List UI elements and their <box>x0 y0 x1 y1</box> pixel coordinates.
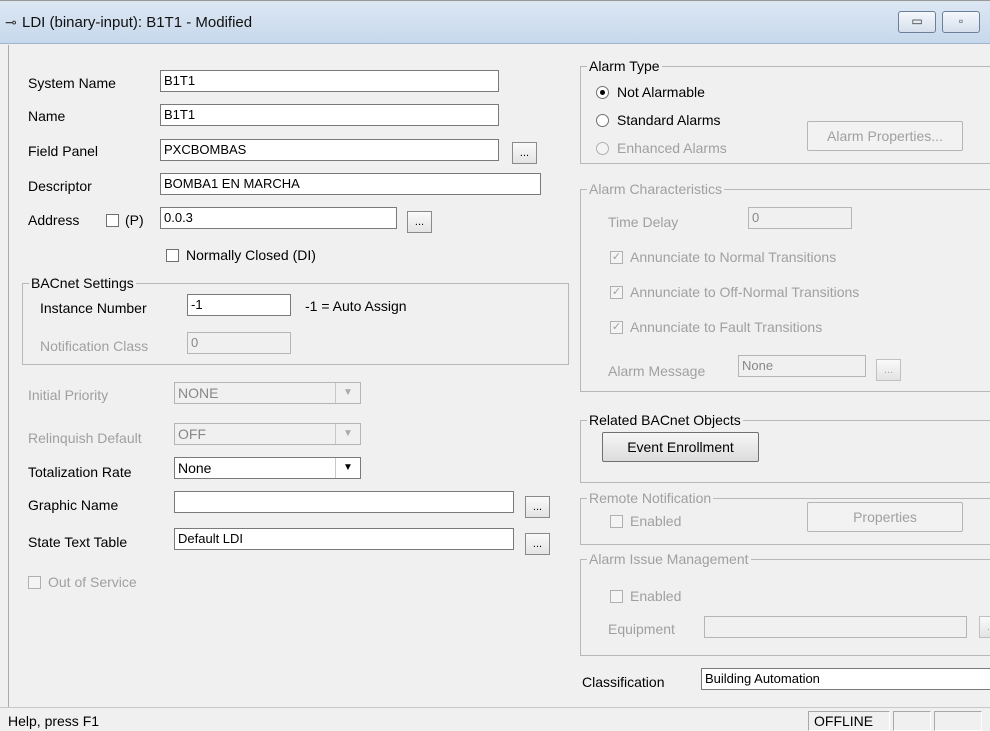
alarm-issue-enabled-checkbox[interactable] <box>610 590 623 603</box>
alarm-issue-management-group: Alarm Issue Management <box>580 551 990 656</box>
totalization-rate-value: None <box>178 460 212 476</box>
relinquish-default-select[interactable]: OFF ▼ <box>174 423 361 445</box>
field-panel-label: Field Panel <box>28 143 99 159</box>
alarm-message-field[interactable]: None <box>738 355 866 377</box>
field-panel-browse-button[interactable]: ... <box>512 142 537 164</box>
ldi-dialog-window: ⊸ LDI (binary-input): B1T1 - Modified ▭ … <box>0 0 990 731</box>
instance-number-field[interactable]: -1 <box>187 294 291 316</box>
chevron-down-icon: ▼ <box>335 458 360 478</box>
graphic-name-label: Graphic Name <box>28 497 119 513</box>
remote-notification-title: Remote Notification <box>587 490 714 506</box>
maximize-button[interactable]: ▫ <box>942 11 980 33</box>
chevron-down-icon: ▼ <box>335 424 360 444</box>
equipment-field[interactable] <box>704 616 967 638</box>
fault-transitions-label: Annunciate to Fault Transitions <box>630 319 823 335</box>
dialog-content: System Name B1T1 Name B1T1 Field Panel P… <box>8 45 990 707</box>
notification-class-label: Notification Class <box>40 338 149 354</box>
normal-transitions-checkbox[interactable]: ✓ <box>610 251 623 264</box>
initial-priority-value: NONE <box>178 385 219 401</box>
relinquish-default-label: Relinquish Default <box>28 430 142 446</box>
off-normal-transitions-checkbox[interactable]: ✓ <box>610 286 623 299</box>
initial-priority-label: Initial Priority <box>28 387 109 403</box>
check-icon: ✓ <box>611 286 622 298</box>
equipment-browse-button[interactable]: ... <box>979 616 990 638</box>
title-bar[interactable]: ⊸ LDI (binary-input): B1T1 - Modified ▭ … <box>0 1 990 44</box>
system-name-label: System Name <box>28 75 116 91</box>
alarm-properties-button[interactable]: Alarm Properties... <box>807 121 963 151</box>
minimize-icon: ▭ <box>911 14 923 28</box>
state-text-table-browse-button[interactable]: ... <box>525 533 550 555</box>
status-offline-indicator: OFFLINE <box>808 711 890 731</box>
bacnet-settings-title: BACnet Settings <box>29 275 136 291</box>
instance-hint: -1 = Auto Assign <box>305 298 407 314</box>
name-label: Name <box>28 108 66 124</box>
state-text-table-label: State Text Table <box>28 534 128 550</box>
enhanced-alarms-radio[interactable] <box>596 142 609 155</box>
address-p-checkbox[interactable] <box>106 214 119 227</box>
normally-closed-checkbox[interactable] <box>166 249 179 262</box>
status-bar: Help, press F1 OFFLINE <box>0 707 990 731</box>
fault-transitions-checkbox[interactable]: ✓ <box>610 321 623 334</box>
related-bacnet-objects-title: Related BACnet Objects <box>587 412 743 428</box>
remote-notification-properties-button[interactable]: Properties <box>807 502 963 532</box>
alarm-issue-management-title: Alarm Issue Management <box>587 551 751 567</box>
state-text-table-field[interactable]: Default LDI <box>174 528 514 550</box>
check-icon: ✓ <box>611 251 622 263</box>
system-name-field[interactable]: B1T1 <box>160 70 499 92</box>
initial-priority-select[interactable]: NONE ▼ <box>174 382 361 404</box>
relinquish-default-value: OFF <box>178 426 206 442</box>
instance-number-label: Instance Number <box>40 300 147 316</box>
remote-notification-enabled-label: Enabled <box>630 513 682 529</box>
standard-alarms-radio[interactable] <box>596 114 609 127</box>
event-enrollment-button[interactable]: Event Enrollment <box>602 432 759 462</box>
normally-closed-label: Normally Closed (DI) <box>186 247 316 263</box>
check-icon: ✓ <box>611 321 622 333</box>
time-delay-field[interactable]: 0 <box>748 207 852 229</box>
address-field[interactable]: 0.0.3 <box>160 207 397 229</box>
descriptor-field[interactable]: BOMBA1 EN MARCHA <box>160 173 541 195</box>
off-normal-transitions-label: Annunciate to Off-Normal Transitions <box>630 284 860 300</box>
out-of-service-label: Out of Service <box>48 574 137 590</box>
status-help-text: Help, press F1 <box>8 713 100 729</box>
status-cell <box>934 711 982 731</box>
classification-label: Classification <box>582 674 665 690</box>
remote-notification-enabled-checkbox[interactable] <box>610 515 623 528</box>
name-field[interactable]: B1T1 <box>160 104 499 126</box>
address-label: Address <box>28 212 80 228</box>
equipment-label: Equipment <box>608 621 675 637</box>
notification-class-field[interactable]: 0 <box>187 332 291 354</box>
object-icon: ⊸ <box>5 14 17 30</box>
descriptor-label: Descriptor <box>28 178 92 194</box>
totalization-rate-label: Totalization Rate <box>28 464 132 480</box>
field-panel-field[interactable]: PXCBOMBAS <box>160 139 499 161</box>
standard-alarms-label: Standard Alarms <box>617 112 721 128</box>
alarm-message-label: Alarm Message <box>608 363 706 379</box>
out-of-service-checkbox[interactable] <box>28 576 41 589</box>
not-alarmable-radio[interactable] <box>596 86 609 99</box>
status-cell <box>893 711 931 731</box>
alarm-message-browse-button[interactable]: ... <box>876 359 901 381</box>
alarm-issue-enabled-label: Enabled <box>630 588 682 604</box>
time-delay-label: Time Delay <box>608 214 679 230</box>
enhanced-alarms-label: Enhanced Alarms <box>617 140 727 156</box>
address-p-label: (P) <box>125 212 144 228</box>
address-browse-button[interactable]: ... <box>407 211 432 233</box>
window-title: LDI (binary-input): B1T1 - Modified <box>22 14 253 31</box>
graphic-name-field[interactable] <box>174 491 514 513</box>
maximize-icon: ▫ <box>958 14 964 28</box>
alarm-characteristics-title: Alarm Characteristics <box>587 181 725 197</box>
minimize-button[interactable]: ▭ <box>898 11 936 33</box>
chevron-down-icon: ▼ <box>335 383 360 403</box>
graphic-name-browse-button[interactable]: ... <box>525 496 550 518</box>
totalization-rate-select[interactable]: None ▼ <box>174 457 361 479</box>
not-alarmable-label: Not Alarmable <box>617 84 705 100</box>
normal-transitions-label: Annunciate to Normal Transitions <box>630 249 837 265</box>
alarm-type-title: Alarm Type <box>587 58 662 74</box>
classification-field[interactable]: Building Automation <box>701 668 990 690</box>
